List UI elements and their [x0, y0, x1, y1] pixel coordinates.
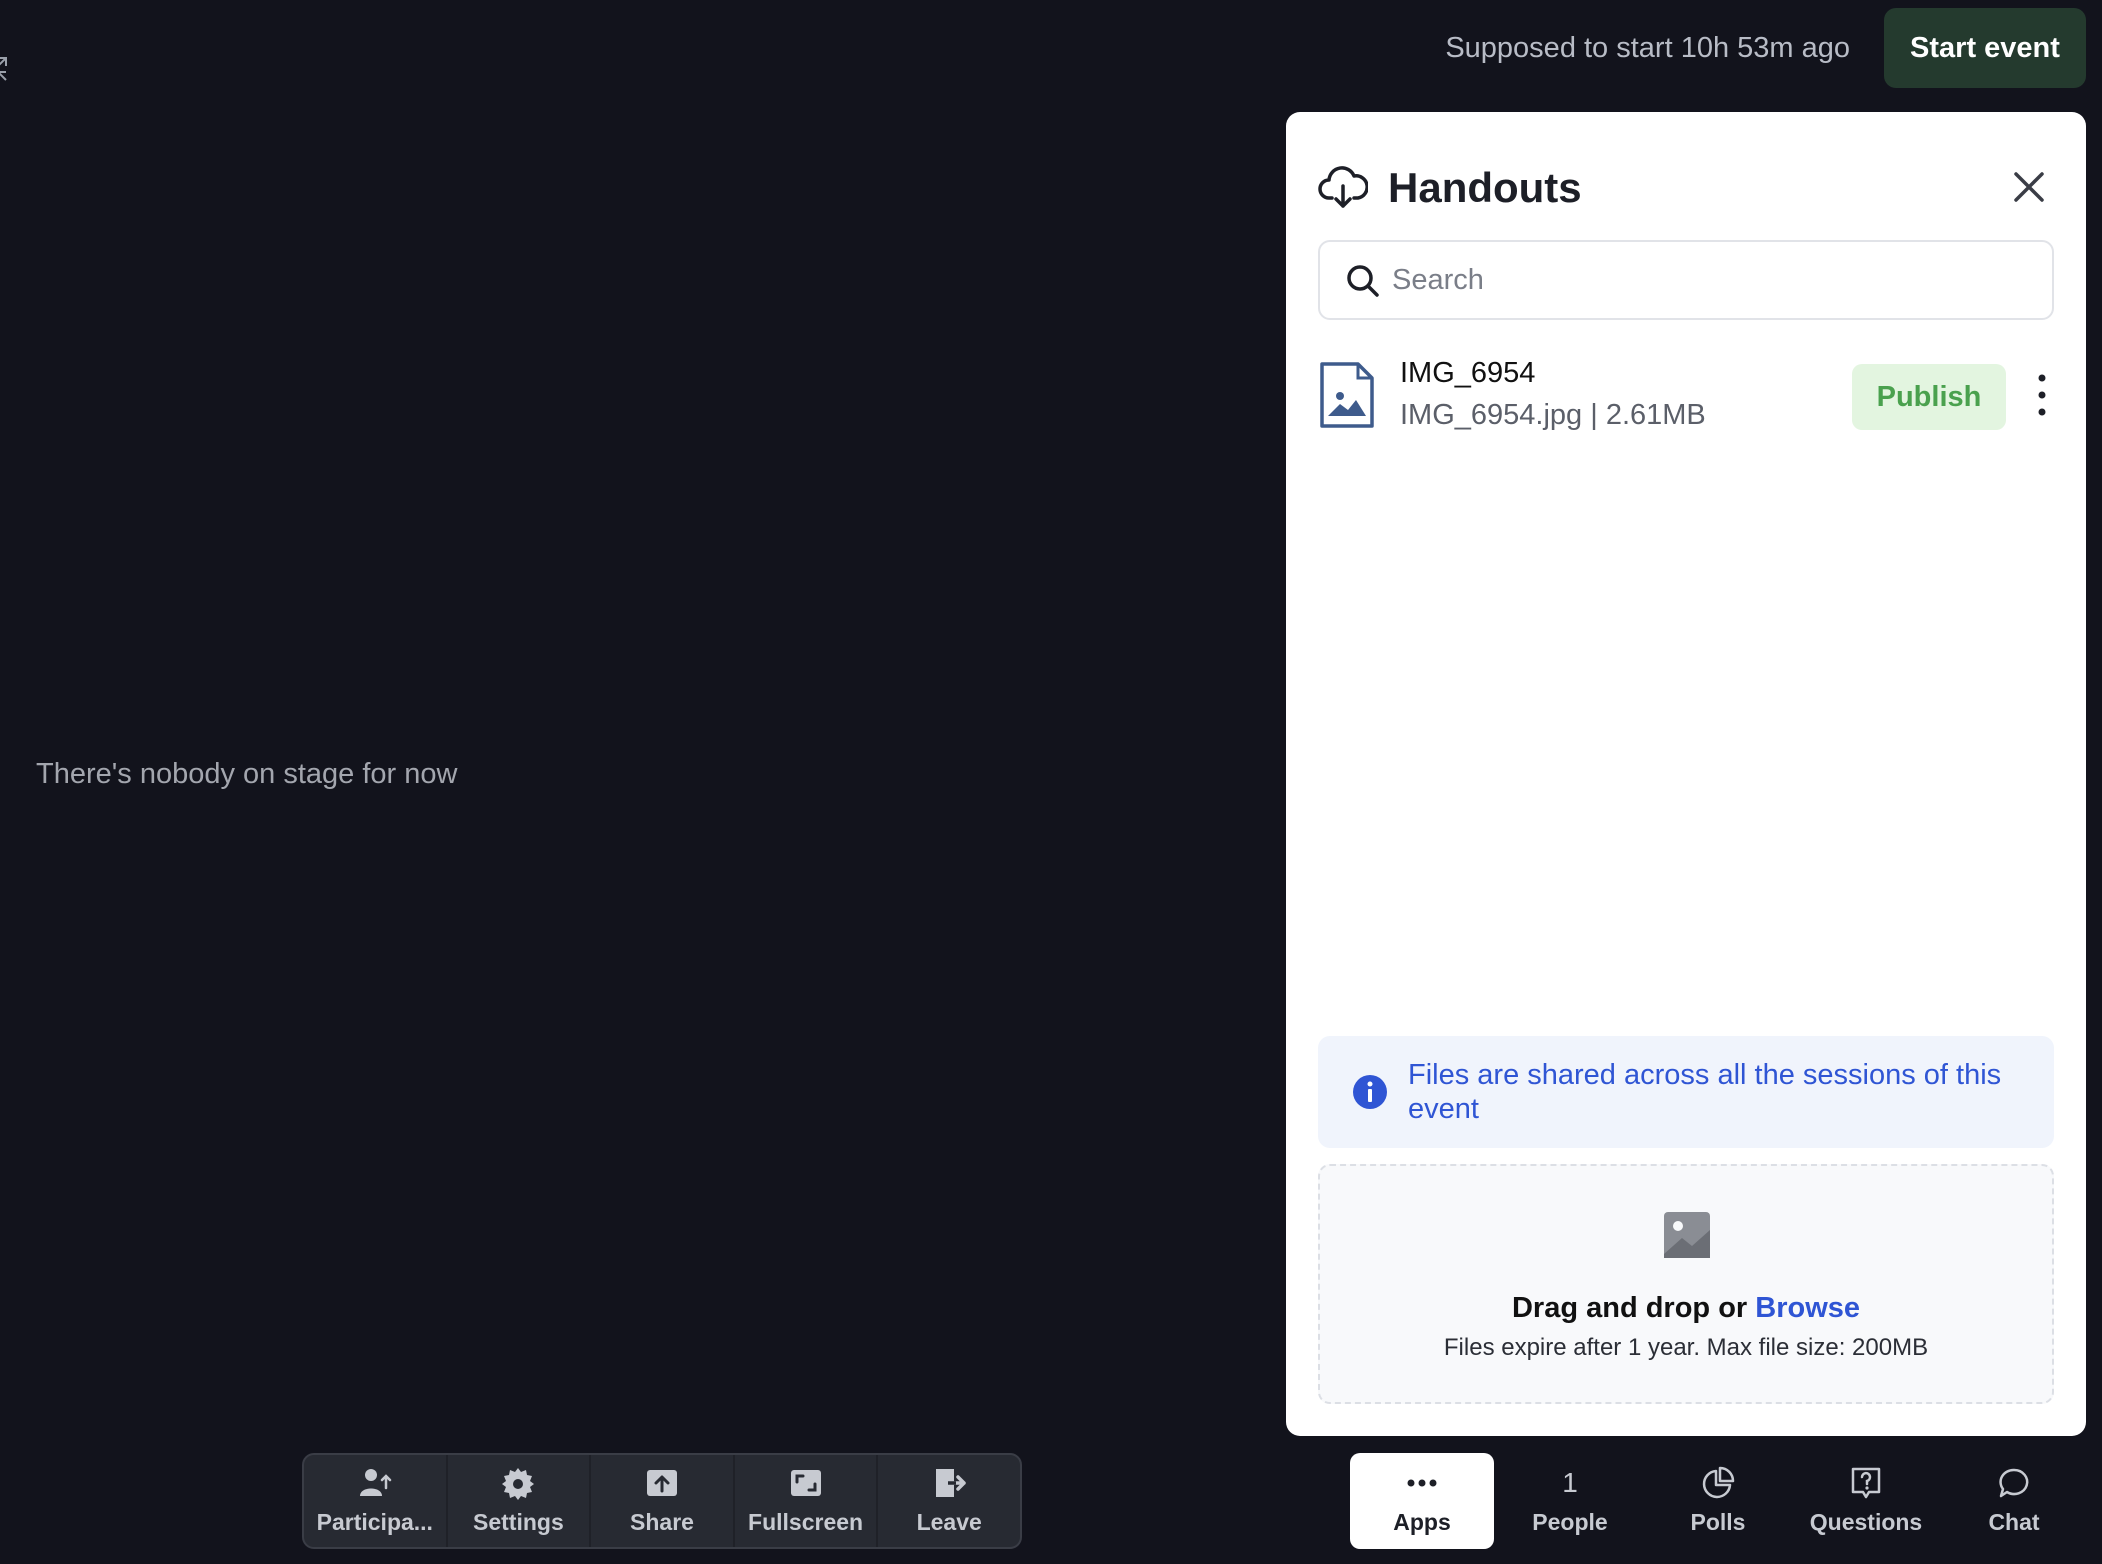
file-name: IMG_6954	[1400, 357, 1536, 389]
file-list-item[interactable]: IMG_6954 IMG_6954.jpg | 2.61MB Publish	[1318, 352, 2054, 458]
stage-empty-message: There's nobody on stage for now	[36, 758, 458, 790]
event-status-text: Supposed to start 10h 53m ago	[1445, 32, 1850, 64]
tab-label: Chat	[1988, 1509, 2040, 1535]
tab-chat[interactable]: Chat	[1942, 1453, 2086, 1549]
tab-polls[interactable]: Polls	[1646, 1453, 1790, 1549]
search-input[interactable]	[1392, 252, 2032, 308]
search-box	[1318, 240, 2054, 320]
info-text: Files are shared across all the sessions…	[1408, 1059, 2002, 1125]
question-icon	[1851, 1467, 1881, 1499]
panel-header: Handouts	[1318, 152, 2054, 224]
publish-button[interactable]: Publish	[1852, 364, 2006, 430]
leave-button[interactable]: Leave	[878, 1455, 1020, 1547]
more-dots-icon	[1407, 1479, 1437, 1487]
tab-label: Questions	[1809, 1509, 1923, 1535]
dropzone-note: Files expire after 1 year. Max file size…	[1443, 1334, 1929, 1361]
tab-label: Polls	[1690, 1509, 1746, 1535]
gear-icon	[502, 1468, 535, 1500]
toolbar-label: Participa...	[316, 1509, 433, 1535]
event-stage-window: Supposed to start 10h 53m ago Start even…	[0, 0, 2102, 1564]
tab-people[interactable]: 1 People	[1498, 1453, 1642, 1549]
share-button[interactable]: Share	[591, 1455, 735, 1547]
toolbar-label: Settings	[473, 1509, 564, 1535]
sidebar-dock: Apps 1 People Polls Questions Chat	[1350, 1453, 2090, 1549]
info-notice: Files are shared across all the sessions…	[1318, 1036, 2054, 1148]
chat-icon	[1999, 1468, 2029, 1498]
handouts-panel: Handouts IMG_6954 IMG_6954.jpg | 2.61MB …	[1286, 112, 2086, 1436]
collapse-icon[interactable]	[0, 56, 12, 82]
info-icon	[1353, 1075, 1387, 1109]
people-count: 1	[1562, 1467, 1578, 1498]
toolbar-label: Leave	[916, 1509, 982, 1535]
fullscreen-icon	[790, 1470, 821, 1496]
share-icon	[646, 1470, 677, 1496]
tab-apps[interactable]: Apps	[1350, 1453, 1494, 1549]
tab-questions[interactable]: Questions	[1794, 1453, 1938, 1549]
toolbar-label: Fullscreen	[748, 1509, 864, 1535]
toolbar-label: Share	[630, 1509, 694, 1535]
panel-title: Handouts	[1388, 164, 1582, 211]
participants-button[interactable]: Participa...	[304, 1455, 448, 1547]
search-icon	[1347, 265, 1379, 297]
cloud-download-icon	[1318, 166, 1368, 208]
settings-button[interactable]: Settings	[448, 1455, 592, 1547]
stage-toolbar: Participa... Settings Share Fullscreen L…	[302, 1453, 1022, 1549]
close-icon[interactable]	[2004, 162, 2054, 212]
dropzone-title: Drag and drop or Browse	[1320, 1288, 2052, 1328]
file-meta: IMG_6954.jpg | 2.61MB	[1400, 399, 1706, 431]
image-file-icon	[1320, 362, 1374, 428]
browse-link[interactable]: Browse	[1755, 1292, 1860, 1324]
fullscreen-button[interactable]: Fullscreen	[735, 1455, 879, 1547]
dropzone-prefix: Drag and drop or	[1511, 1292, 1756, 1324]
tab-label: People	[1532, 1509, 1608, 1535]
start-event-button[interactable]: Start event	[1884, 8, 2086, 88]
leave-icon	[936, 1469, 966, 1497]
image-icon	[1664, 1212, 1710, 1258]
pie-chart-icon	[1702, 1466, 1735, 1499]
participants-icon	[359, 1469, 392, 1496]
more-options-icon[interactable]	[2030, 370, 2054, 420]
tab-label: Apps	[1393, 1509, 1451, 1535]
upload-dropzone[interactable]: Drag and drop or Browse Files expire aft…	[1318, 1164, 2054, 1404]
